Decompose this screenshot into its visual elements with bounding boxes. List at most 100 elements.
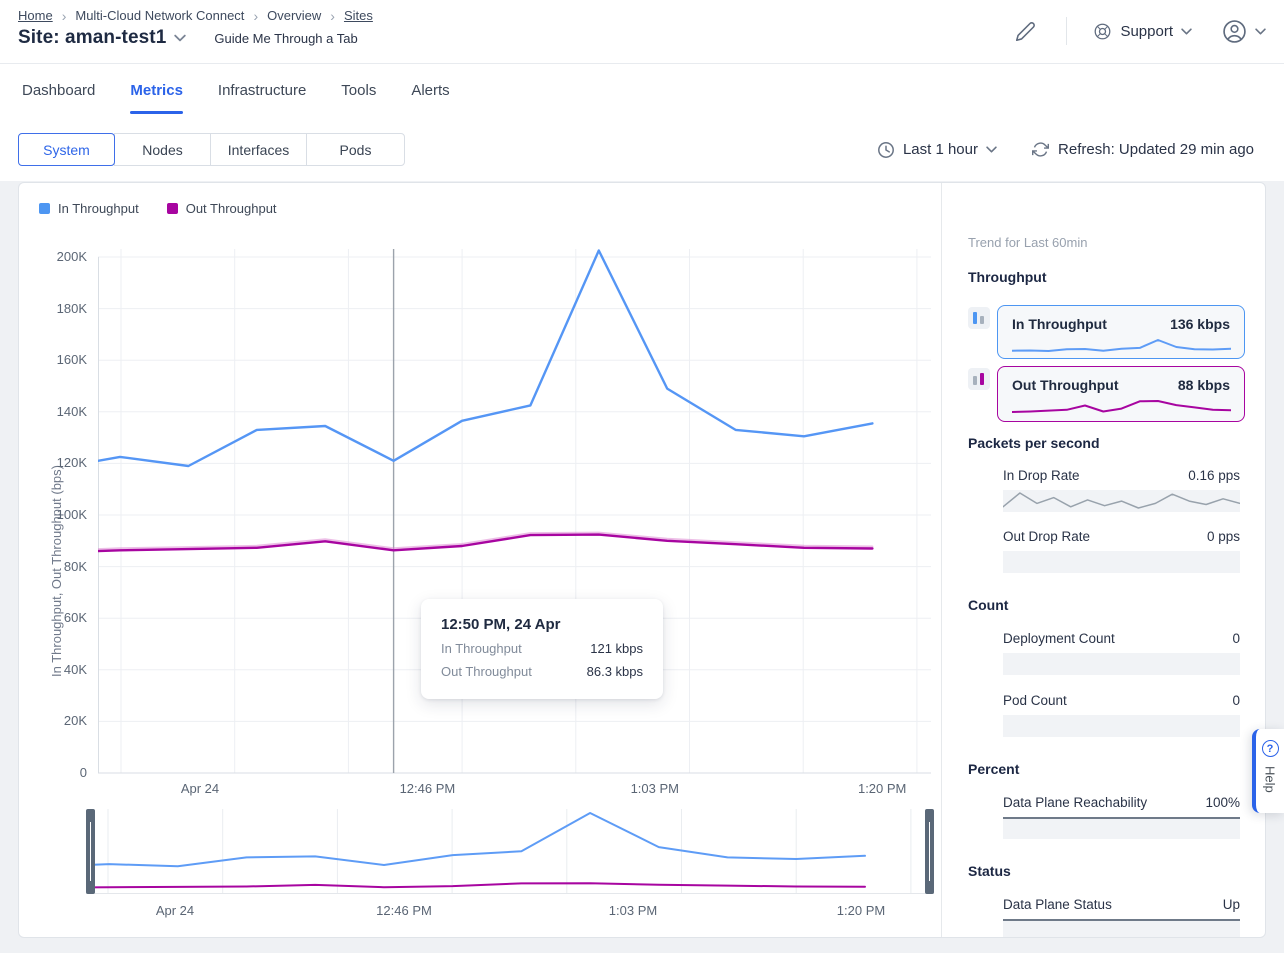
tooltip-in-value: 121 kbps xyxy=(590,641,643,656)
metric-value: 0 xyxy=(1232,631,1240,646)
in-throughput-card[interactable]: In Throughput 136 kbps xyxy=(997,305,1245,359)
tooltip-in-label: In Throughput xyxy=(441,641,522,656)
legend-label-out: Out Throughput xyxy=(186,201,277,216)
metric-label: Out Drop Rate xyxy=(1003,529,1090,544)
out-throughput-sparkline xyxy=(1012,398,1231,414)
out-throughput-card-value: 88 kbps xyxy=(1178,377,1230,393)
y-axis-tick: 180K xyxy=(19,301,87,317)
subtab-interfaces[interactable]: Interfaces xyxy=(210,133,307,166)
tab-metrics[interactable]: Metrics xyxy=(130,82,183,99)
y-axis-tick: 40K xyxy=(19,662,87,678)
topbar-actions: Support xyxy=(1015,14,1266,48)
metric-deployment-count: Deployment Count 0 xyxy=(1003,631,1240,646)
breadcrumb-home-link[interactable]: Home xyxy=(18,8,53,23)
metric-value: Up xyxy=(1223,897,1240,912)
bar-chart-icon xyxy=(973,376,977,385)
site-selector-chevron-icon[interactable] xyxy=(174,34,186,42)
data-plane-reachability-sparkline xyxy=(1003,817,1240,839)
support-label: Support xyxy=(1120,23,1173,40)
bar-chart-icon xyxy=(980,373,984,385)
metric-value: 0.16 pps xyxy=(1188,468,1240,483)
section-title-status: Status xyxy=(968,863,1011,879)
support-menu[interactable]: Support xyxy=(1093,22,1192,41)
top-header-band: Home › Multi-Cloud Network Connect › Ove… xyxy=(0,0,1284,181)
out-throughput-chart-toggle[interactable] xyxy=(968,368,990,390)
topbar-divider xyxy=(1066,17,1067,45)
legend-out-throughput[interactable]: Out Throughput xyxy=(167,201,277,216)
legend-in-throughput[interactable]: In Throughput xyxy=(39,201,139,216)
time-range-selector[interactable]: Last 1 hour xyxy=(877,133,997,166)
navigator-axis-tick: Apr 24 xyxy=(130,903,220,918)
y-axis-tick: 160K xyxy=(19,352,87,368)
subtab-pods[interactable]: Pods xyxy=(306,133,405,166)
breadcrumb-separator-icon: › xyxy=(253,9,258,23)
metric-data-plane-reachability: Data Plane Reachability 100% xyxy=(1003,795,1240,810)
navigator-left-handle[interactable] xyxy=(86,809,95,894)
x-axis-tick: Apr 24 xyxy=(155,781,245,796)
account-menu[interactable] xyxy=(1222,19,1266,44)
pod-count-sparkline xyxy=(1003,715,1240,737)
navigator-axis-tick: 1:03 PM xyxy=(588,903,678,918)
pen-icon[interactable] xyxy=(1015,21,1036,42)
y-axis-tick: 0 xyxy=(19,765,87,781)
tab-tools[interactable]: Tools xyxy=(341,82,376,99)
y-axis-tick: 200K xyxy=(19,249,87,265)
y-axis-tick: 60K xyxy=(19,610,87,626)
chevron-down-icon xyxy=(1181,28,1192,35)
tab-dashboard[interactable]: Dashboard xyxy=(22,82,95,99)
in-drop-rate-sparkline xyxy=(1003,490,1240,512)
navigator-chart[interactable] xyxy=(86,809,934,895)
tab-infrastructure[interactable]: Infrastructure xyxy=(218,82,306,99)
out-throughput-card-label: Out Throughput xyxy=(1012,377,1119,393)
breadcrumb-sites-link[interactable]: Sites xyxy=(344,8,373,23)
navigator-axis-ticks: Apr 2412:46 PM1:03 PM1:20 PM xyxy=(86,903,966,921)
chart-tooltip: 12:50 PM, 24 Apr In Throughput 121 kbps … xyxy=(421,599,663,699)
in-throughput-card-label: In Throughput xyxy=(1012,316,1107,332)
help-button[interactable]: ? Help xyxy=(1252,729,1284,813)
breadcrumb-separator-icon: › xyxy=(62,9,67,23)
breadcrumb: Home › Multi-Cloud Network Connect › Ove… xyxy=(18,8,373,23)
guide-me-link[interactable]: Guide Me Through a Tab xyxy=(214,31,357,46)
main-tabs: Dashboard Metrics Infrastructure Tools A… xyxy=(22,63,450,117)
data-plane-status-sparkline xyxy=(1003,919,1240,937)
bar-chart-icon xyxy=(980,316,984,324)
time-range-label: Last 1 hour xyxy=(903,141,978,158)
tooltip-out-value: 86.3 kbps xyxy=(587,664,643,679)
metric-label: Pod Count xyxy=(1003,693,1067,708)
out-throughput-card[interactable]: Out Throughput 88 kbps xyxy=(997,366,1245,422)
deployment-count-sparkline xyxy=(1003,653,1240,675)
out-drop-rate-sparkline xyxy=(1003,551,1240,573)
x-axis-tick: 12:46 PM xyxy=(382,781,472,796)
trend-panel-title: Trend for Last 60min xyxy=(968,235,1087,250)
metric-value: 0 pps xyxy=(1207,529,1240,544)
question-icon: ? xyxy=(1262,740,1279,757)
subtab-nodes[interactable]: Nodes xyxy=(114,133,211,166)
in-throughput-card-value: 136 kbps xyxy=(1170,316,1230,332)
section-title-percent: Percent xyxy=(968,761,1019,777)
refresh-button[interactable]: Refresh: Updated 29 min ago xyxy=(1032,133,1254,166)
y-axis-tick: 100K xyxy=(19,507,87,523)
section-title-count: Count xyxy=(968,597,1008,613)
help-label: Help xyxy=(1263,766,1278,793)
legend-swatch-in xyxy=(39,203,50,214)
metric-data-plane-status: Data Plane Status Up xyxy=(1003,897,1240,912)
metric-label: Data Plane Reachability xyxy=(1003,795,1147,810)
metric-label: Data Plane Status xyxy=(1003,897,1112,912)
chart-legend: In Throughput Out Throughput xyxy=(39,201,277,216)
section-title-throughput: Throughput xyxy=(968,269,1047,285)
navigator-right-handle[interactable] xyxy=(925,809,934,894)
metrics-card: In Throughput Out Throughput In Throughp… xyxy=(18,182,1266,938)
section-title-packets: Packets per second xyxy=(968,435,1100,451)
y-axis-tick: 80K xyxy=(19,559,87,575)
bar-chart-icon xyxy=(973,312,977,324)
metric-value: 0 xyxy=(1232,693,1240,708)
in-throughput-chart-toggle[interactable] xyxy=(968,307,990,329)
legend-swatch-out xyxy=(167,203,178,214)
metric-in-drop-rate: In Drop Rate 0.16 pps xyxy=(1003,468,1240,483)
y-axis-tick: 120K xyxy=(19,455,87,471)
trend-side-panel: Trend for Last 60min Throughput In Throu… xyxy=(941,183,1266,937)
x-axis-tick: 1:20 PM xyxy=(837,781,927,796)
subtab-system[interactable]: System xyxy=(18,133,115,166)
navigator-axis-tick: 12:46 PM xyxy=(359,903,449,918)
tab-alerts[interactable]: Alerts xyxy=(411,82,449,99)
